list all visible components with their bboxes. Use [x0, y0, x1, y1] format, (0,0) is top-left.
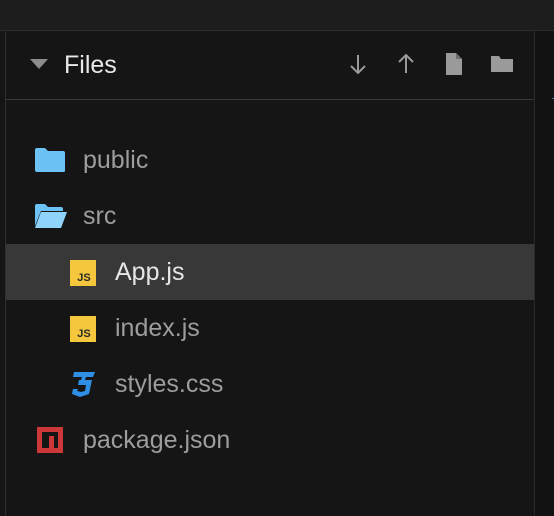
- tree-item-index-js[interactable]: JS index.js: [6, 300, 534, 356]
- tree-item-app-js[interactable]: JS App.js: [6, 244, 534, 300]
- folder-closed-icon: [34, 146, 65, 174]
- tree-item-label: index.js: [115, 314, 200, 342]
- css3-file-icon: [68, 369, 98, 397]
- svg-text:JS: JS: [77, 328, 90, 340]
- tree-item-label: styles.css: [115, 370, 224, 398]
- tree-item-package-json[interactable]: package.json: [6, 412, 534, 468]
- tree-item-label: package.json: [83, 426, 231, 454]
- caret-down-icon[interactable]: [30, 59, 48, 69]
- svg-text:JS: JS: [77, 272, 90, 284]
- tree-item-public[interactable]: public: [6, 132, 534, 188]
- tree-item-src[interactable]: src: [6, 188, 534, 244]
- folder-icon[interactable]: [489, 51, 515, 77]
- top-bar: [0, 0, 554, 31]
- js-file-icon: JS: [70, 316, 100, 344]
- tree-item-label: src: [83, 202, 117, 230]
- tree-item-styles-css[interactable]: styles.css: [6, 356, 534, 412]
- js-file-icon: JS: [70, 260, 100, 288]
- files-panel-header[interactable]: Files: [6, 31, 534, 100]
- folder-open-icon: [34, 202, 67, 230]
- tree-item-label: App.js: [115, 258, 185, 286]
- panel-title: Files: [64, 51, 117, 79]
- editor-edge: [534, 31, 554, 516]
- file-icon[interactable]: [441, 51, 467, 77]
- npm-icon: [37, 427, 67, 455]
- arrow-up-icon[interactable]: [393, 51, 419, 77]
- arrow-down-icon[interactable]: [345, 51, 371, 77]
- tree-item-label: public: [83, 146, 149, 174]
- files-panel: Files public src JS App.js JS index.js s…: [5, 31, 534, 516]
